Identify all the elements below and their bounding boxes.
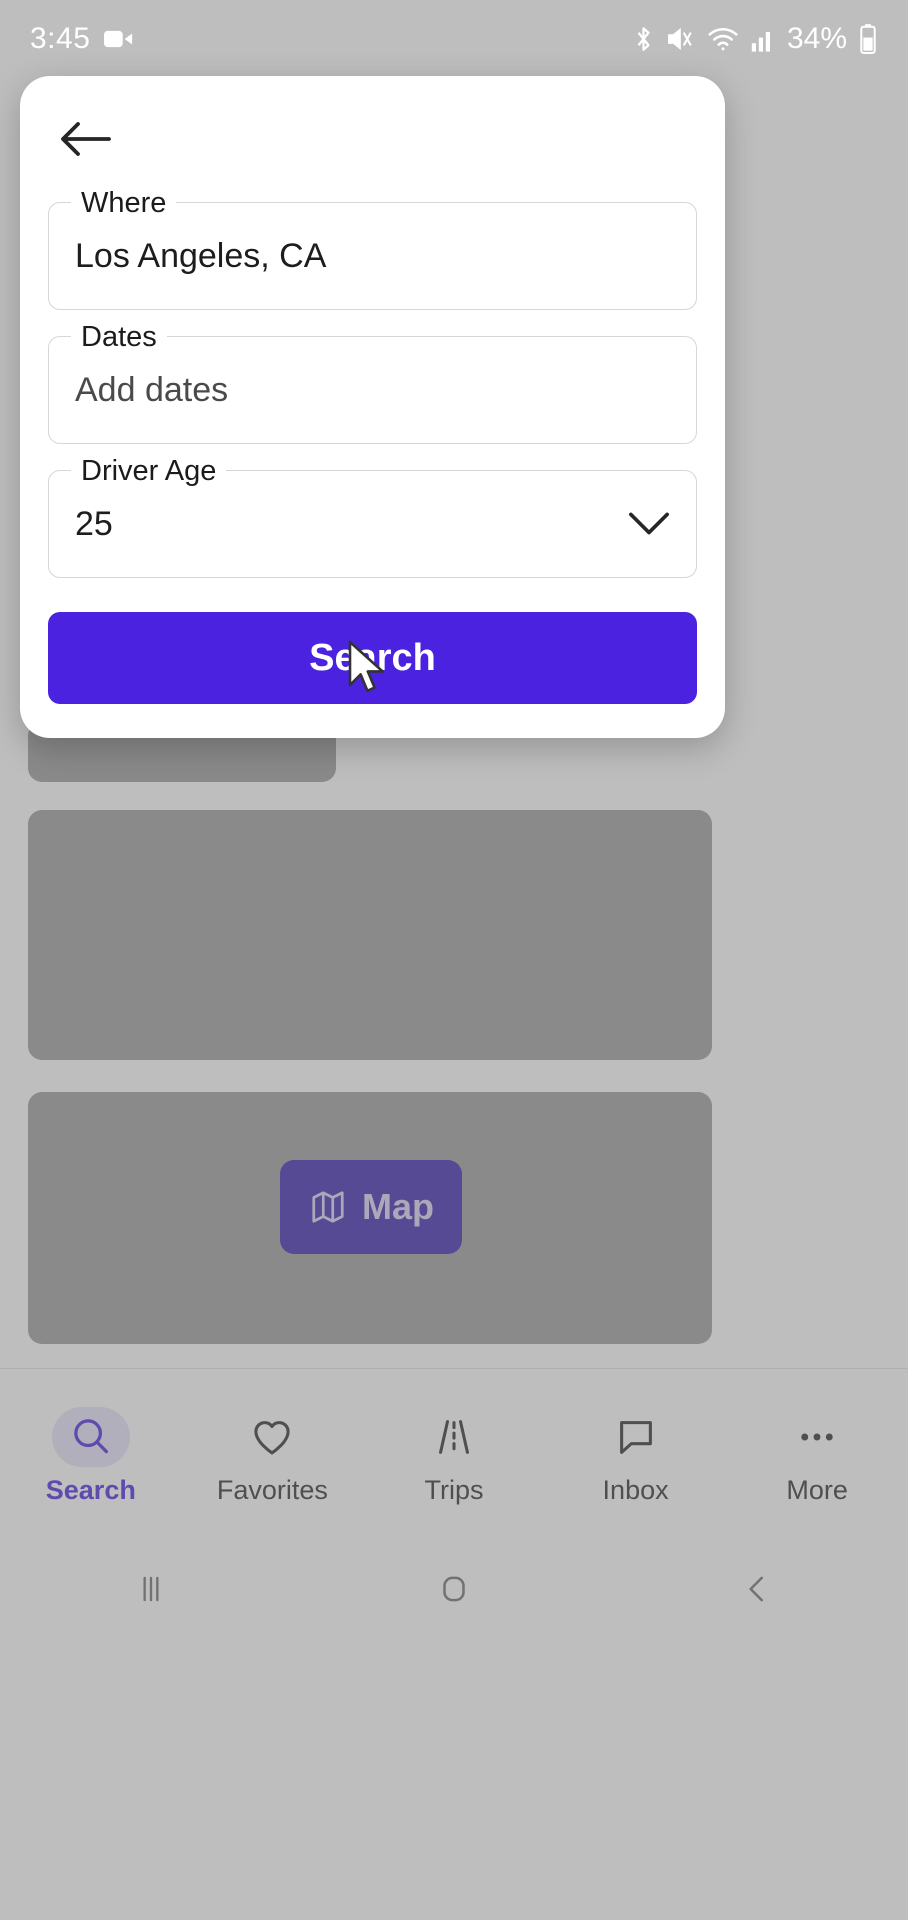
dates-field-value: Add dates <box>75 370 229 409</box>
bluetooth-icon <box>632 24 655 54</box>
back-arrow-icon[interactable] <box>48 102 122 176</box>
cellular-signal-icon <box>750 25 776 53</box>
chevron-down-icon[interactable] <box>628 511 670 537</box>
driver-age-field[interactable]: Driver Age 25 <box>48 452 697 578</box>
phone-screen: Map Search Favorites Trips Inbox More 3:… <box>0 0 908 1920</box>
dates-field[interactable]: Dates Add dates <box>48 318 697 444</box>
where-field-value: Los Angeles, CA <box>75 236 327 275</box>
battery-icon <box>858 23 878 55</box>
driver-age-field-value: 25 <box>75 504 113 543</box>
dates-field-label: Dates <box>71 318 167 356</box>
video-record-icon <box>104 28 134 50</box>
search-modal: Where Los Angeles, CA Dates Add dates Dr… <box>20 76 725 738</box>
battery-percentage: 34% <box>786 22 847 55</box>
driver-age-field-label: Driver Age <box>71 452 227 490</box>
status-time: 3:45 <box>30 22 91 55</box>
status-bar: 3:45 34% <box>0 0 908 78</box>
mute-vibrate-icon <box>666 25 696 53</box>
where-field-label: Where <box>71 184 177 222</box>
wifi-icon <box>707 25 739 53</box>
mouse-cursor <box>348 640 394 703</box>
where-field[interactable]: Where Los Angeles, CA <box>48 184 697 310</box>
